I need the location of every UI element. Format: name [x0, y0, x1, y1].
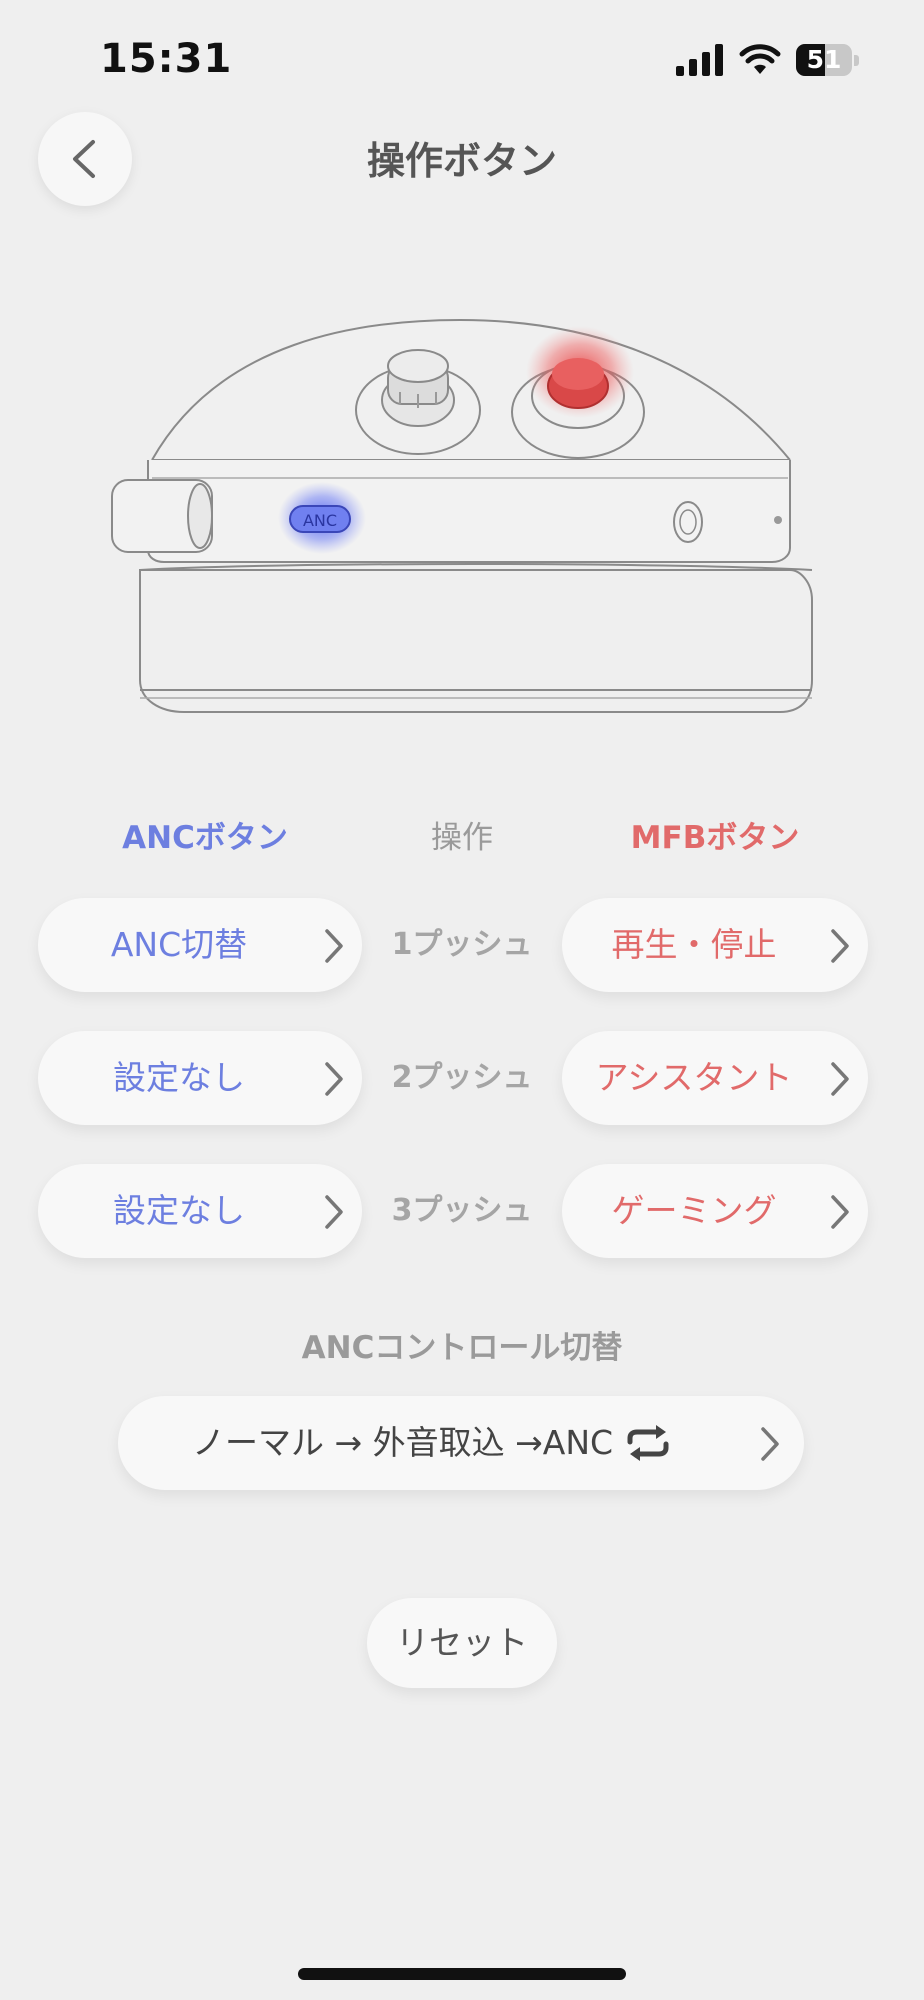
operation-column-header: 操作 [431, 820, 493, 856]
status-bar: 15:31 51 [0, 0, 924, 120]
chevron-right-icon [325, 929, 343, 963]
anc-column-header: ANCボタン [122, 820, 288, 856]
operation-3-push: 3プッシュ [391, 1193, 533, 1228]
chevron-right-icon [831, 929, 849, 963]
anc-control-title: ANCコントロール切替 [301, 1330, 623, 1366]
mfb-1-push-value: 再生・停止 [611, 925, 777, 964]
back-button[interactable] [38, 112, 132, 206]
page-title: 操作ボタン [366, 139, 557, 183]
signal-icon [676, 44, 723, 76]
anc-1-push-selector[interactable]: ANC切替 [38, 898, 362, 992]
operation-2-push: 2プッシュ [391, 1060, 533, 1095]
repeat-icon [627, 1425, 669, 1461]
reset-button[interactable]: リセット [367, 1598, 557, 1688]
battery-icon: 51 [796, 44, 860, 76]
chevron-right-icon [761, 1427, 779, 1461]
status-time: 15:31 [100, 36, 233, 82]
mfb-1-push-selector[interactable]: 再生・停止 [562, 898, 868, 992]
chevron-right-icon [325, 1062, 343, 1096]
battery-level: 51 [806, 45, 842, 74]
mfb-3-push-value: ゲーミング [611, 1191, 777, 1230]
home-indicator[interactable] [298, 1968, 626, 1980]
mfb-2-push-selector[interactable]: アシスタント [562, 1031, 868, 1125]
anc-1-push-value: ANC切替 [110, 925, 248, 964]
chevron-right-icon [831, 1062, 849, 1096]
mfb-3-push-selector[interactable]: ゲーミング [562, 1164, 868, 1258]
wifi-icon [739, 44, 781, 74]
chevron-right-icon [831, 1195, 849, 1229]
chevron-right-icon [325, 1195, 343, 1229]
anc-control-selector[interactable]: ノーマル → 外音取込 →ANC [118, 1396, 804, 1490]
anc-control-value: ノーマル → 外音取込 →ANC [192, 1423, 614, 1462]
chevron-left-icon [73, 140, 95, 178]
mfb-2-push-value: アシスタント [595, 1058, 793, 1097]
operation-1-push: 1プッシュ [391, 927, 533, 962]
anc-2-push-value: 設定なし [113, 1058, 245, 1097]
anc-3-push-selector[interactable]: 設定なし [38, 1164, 362, 1258]
anc-3-push-value: 設定なし [113, 1191, 245, 1230]
device-illustration: ANC [111, 318, 813, 713]
anc-slider-label: ANC [303, 511, 337, 530]
anc-2-push-selector[interactable]: 設定なし [38, 1031, 362, 1125]
mfb-column-header: MFBボタン [630, 820, 800, 856]
